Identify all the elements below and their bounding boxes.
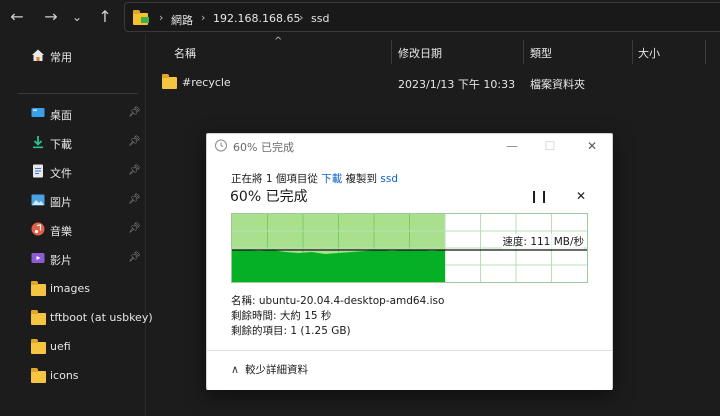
sidebar-item-label: 桌面 [50,109,72,122]
pin-icon[interactable]: 📌︎ [128,194,141,205]
sidebar-item-documents[interactable]: 文件 📌︎ [0,160,146,184]
picture-icon [31,193,45,207]
desktop-icon [31,106,45,120]
document-icon [31,164,45,178]
address-bar[interactable]: › 網路 › 192.168.168.65 › ssd [124,2,720,32]
sidebar-item-label: 音樂 [50,225,72,238]
sidebar-item-label: 常用 [50,51,72,64]
transfer-speed-graph: 速度: 111 MB/秒 [231,213,588,283]
breadcrumb-network[interactable]: 網路 [171,12,193,28]
chevron-right-icon: › [159,11,164,24]
destination-link[interactable]: ssd [380,173,398,185]
up-icon[interactable]: ↑ [94,6,116,28]
chevron-right-icon: › [299,11,304,24]
sidebar-item-label: 影片 [50,254,72,267]
column-header-type[interactable]: 類型 [530,45,552,61]
sidebar-item-label: uefi [50,340,71,353]
video-icon [31,251,45,265]
folder-icon [31,339,46,354]
file-row[interactable]: #recycle 2023/1/13 下午 10:33 檔案資料夾 [150,70,710,94]
maximize-button: ☐ [544,139,556,153]
column-separator[interactable] [391,40,392,64]
column-header-name[interactable]: 名稱 [174,45,196,61]
music-icon [31,222,45,236]
sidebar-item-home[interactable]: 常用 [0,44,146,68]
sidebar-divider [18,93,138,94]
breadcrumb-ssd[interactable]: ssd [311,12,329,25]
chevron-up-icon: ∧ [231,363,240,376]
sidebar-item-images[interactable]: images [0,277,146,301]
column-separator[interactable] [705,40,706,64]
minimize-button[interactable]: — [499,137,525,155]
sidebar-item-icons[interactable]: icons [0,364,146,388]
sort-ascending-icon: ^ [274,36,283,47]
copy-description-prefix: 正在將 1 個項目從 [231,173,318,185]
speed-label: 速度: 111 MB/秒 [502,234,584,249]
sidebar-item-pictures[interactable]: 圖片 📌︎ [0,189,146,213]
sidebar-item-uefi[interactable]: uefi [0,335,146,359]
pin-icon[interactable]: 📌︎ [128,165,141,176]
sidebar-item-label: 文件 [50,167,72,180]
folder-icon [31,281,46,296]
timer-icon [214,138,228,152]
recent-dropdown-icon[interactable]: ⌄ [66,6,88,28]
pin-icon[interactable]: 📌︎ [128,252,141,263]
column-separator[interactable] [523,40,524,64]
file-name: #recycle [182,76,231,89]
cancel-copy-button[interactable]: ✕ [571,189,591,207]
details-toggle[interactable]: ∧ 較少詳細資料 [231,362,308,380]
folder-icon [162,74,177,89]
pin-icon[interactable]: 📌︎ [128,107,141,118]
dialog-footer: ∧ 較少詳細資料 [207,350,612,390]
column-separator[interactable] [632,40,633,64]
file-modified: 2023/1/13 下午 10:33 [398,78,516,91]
home-icon [31,48,45,62]
sidebar-item-videos[interactable]: 影片 📌︎ [0,247,146,271]
column-header-size[interactable]: 大小 [638,45,660,61]
copy-description: 正在將 1 個項目從 下載 複製到 ssd [231,171,398,186]
copy-description-mid: 複製到 [345,173,378,185]
close-window-button[interactable]: ✕ [579,137,605,155]
time-remaining-line: 剩餘時間: 大約 15 秒 [231,310,332,322]
sidebar-item-label: images [50,282,90,295]
file-name-line: 名稱: ubuntu-20.04.4-desktop-amd64.iso [231,295,445,307]
pin-icon[interactable]: 📌︎ [128,136,141,147]
breadcrumb-host[interactable]: 192.168.168.65 [213,12,300,25]
pin-icon[interactable]: 📌︎ [128,223,141,234]
network-folder-icon [133,10,149,25]
sidebar-item-label: tftboot (at usbkey) [50,311,153,324]
back-icon[interactable]: ← [6,6,28,28]
sidebar-item-label: 下載 [50,138,72,151]
sidebar-item-label: icons [50,369,79,382]
sidebar-item-tftboot[interactable]: tftboot (at usbkey) [0,306,153,330]
source-link[interactable]: 下載 [321,173,342,185]
dialog-title: 60% 已完成 [233,141,294,154]
sidebar-item-music[interactable]: 音樂 📌︎ [0,218,146,242]
folder-icon [31,310,46,325]
download-icon [31,135,45,149]
file-type: 檔案資料夾 [530,78,585,91]
progress-heading: 60% 已完成 [230,189,308,205]
copy-progress-dialog: 60% 已完成 — ☐ ✕ 正在將 1 個項目從 下載 複製到 ssd 60% … [206,133,613,390]
details-toggle-label: 較少詳細資料 [245,364,309,376]
speed-area [232,250,445,282]
sidebar-item-downloads[interactable]: 下載 📌︎ [0,131,146,155]
forward-icon[interactable]: → [40,6,62,28]
sidebar-item-label: 圖片 [50,196,72,209]
pause-button[interactable]: ❙❙ [529,189,549,207]
items-remaining-line: 剩餘的項目: 1 (1.25 GB) [231,325,351,337]
column-header-modified[interactable]: 修改日期 [398,45,442,61]
folder-icon [31,368,46,383]
sidebar-item-desktop[interactable]: 桌面 📌︎ [0,102,146,126]
chevron-right-icon: › [201,11,206,24]
